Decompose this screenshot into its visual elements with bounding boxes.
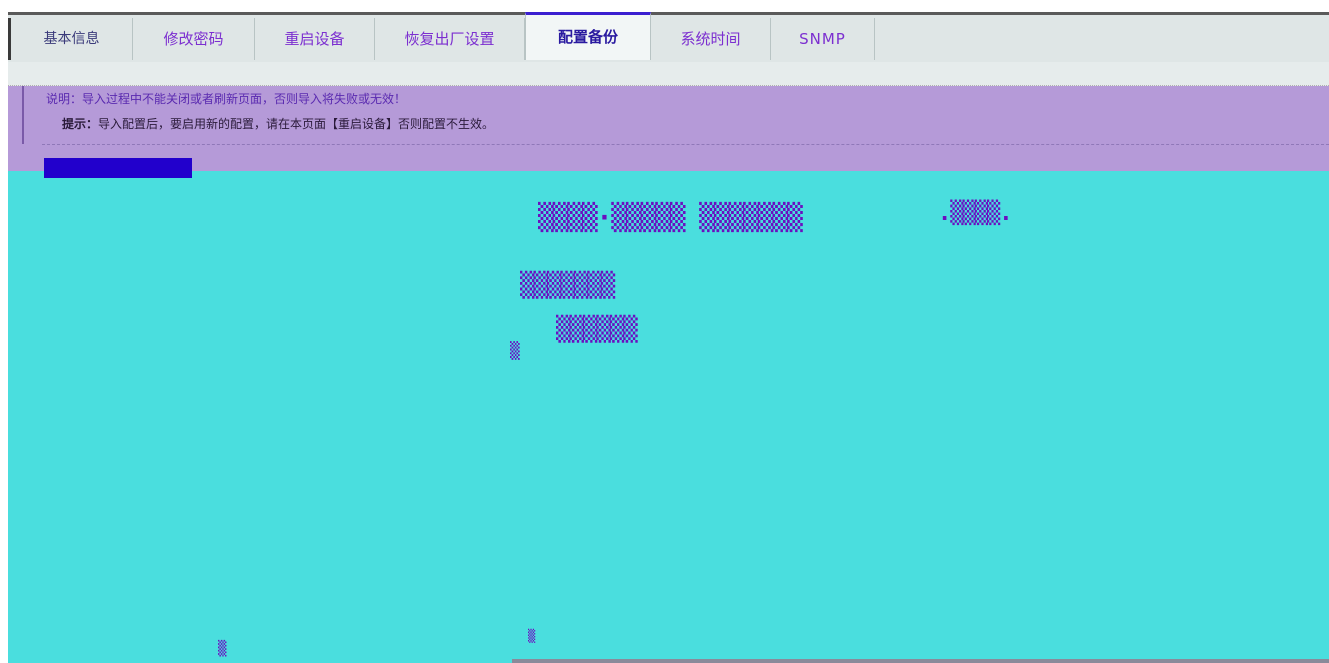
- notice-description: 说明：导入过程中不能关闭或者刷新页面，否则导入将失败或无效！: [46, 92, 407, 106]
- notice-tip-text: 导入配置后，要启用新的配置，请在本页面【重启设备】否则配置不生效。: [98, 117, 495, 131]
- corrupted-text-block: ▒▒▒▒·▒▒▒▒▒ ▒▒▒▒▒▒▒: [538, 203, 803, 233]
- tab-change-password[interactable]: 修改密码: [133, 18, 255, 60]
- corrupted-text-block: ▒: [510, 341, 520, 360]
- corrupted-text-block: ▒▒▒▒▒▒: [556, 315, 638, 343]
- import-config-button[interactable]: [44, 158, 192, 178]
- corrupted-text-block: ▒▒▒▒▒▒▒: [520, 271, 615, 299]
- tab-config-backup[interactable]: 配置备份: [525, 12, 651, 60]
- tab-bar: 基本信息 修改密码 重启设备 恢复出厂设置 配置备份 系统时间 SNMP: [8, 12, 1329, 62]
- tab-reboot-device[interactable]: 重启设备: [255, 18, 375, 60]
- app-window: 基本信息 修改密码 重启设备 恢复出厂设置 配置备份 系统时间 SNMP 说明：…: [0, 0, 1329, 663]
- notice-divider: [42, 144, 1329, 145]
- tab-system-time[interactable]: 系统时间: [651, 18, 771, 60]
- notice-accent-bar: [22, 86, 24, 144]
- corrupted-text-block: ▒: [528, 629, 535, 643]
- tab-factory-reset[interactable]: 恢复出厂设置: [375, 18, 525, 60]
- notice-panel: 说明：导入过程中不能关闭或者刷新页面，否则导入将失败或无效！ 提示：导入配置后，…: [8, 86, 1329, 171]
- notice-tip-prefix: 提示：: [62, 117, 99, 131]
- tab-basic-info[interactable]: 基本信息: [8, 18, 133, 60]
- config-backup-panel: ▒▒▒▒·▒▒▒▒▒ ▒▒▒▒▒▒▒ .▒▒▒▒. ▒▒▒▒▒▒▒ ▒▒▒▒▒▒…: [8, 171, 1329, 663]
- corrupted-text-block: .▒▒▒▒.: [938, 201, 1012, 226]
- tab-snmp[interactable]: SNMP: [771, 18, 875, 60]
- notice-tip: 提示：导入配置后，要启用新的配置，请在本页面【重启设备】否则配置不生效。: [62, 115, 494, 132]
- tab-separator: [8, 62, 1329, 86]
- corrupted-text-block: ▒: [218, 641, 227, 657]
- scrollbar[interactable]: [512, 659, 1329, 663]
